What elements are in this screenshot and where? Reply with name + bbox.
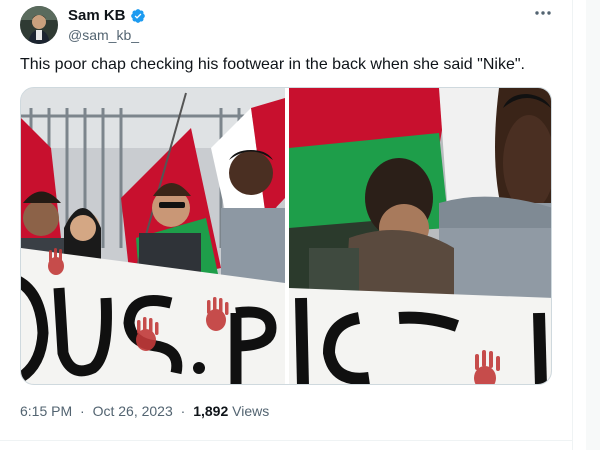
media-photo-2[interactable] (289, 88, 551, 384)
tweet-date[interactable]: Oct 26, 2023 (93, 403, 173, 419)
more-options-button[interactable] (530, 2, 556, 24)
verified-badge-icon (130, 9, 145, 23)
right-column-divider (572, 0, 573, 450)
scrollbar-track[interactable] (586, 0, 600, 450)
meta-separator-2: · (180, 403, 186, 419)
views-label: Views (232, 403, 270, 419)
media-photo-1[interactable] (21, 88, 285, 384)
views-count: 1,892 (193, 403, 229, 419)
tweet-text: This poor chap checking his footwear in … (20, 56, 525, 73)
author-handle[interactable]: @sam_kb_ (68, 26, 139, 44)
author-name-row[interactable]: Sam KB (68, 7, 146, 25)
tweet-meta: 6:15 PM · Oct 26, 2023 · 1,892 Views (20, 402, 269, 420)
author-avatar[interactable] (20, 6, 58, 44)
tweet-time[interactable]: 6:15 PM (20, 403, 72, 419)
author-display-name[interactable]: Sam KB (68, 7, 126, 25)
media-grid (20, 87, 552, 385)
tweet-bottom-border (0, 440, 572, 441)
more-horizontal-icon (535, 11, 551, 15)
meta-separator: · (80, 403, 85, 419)
